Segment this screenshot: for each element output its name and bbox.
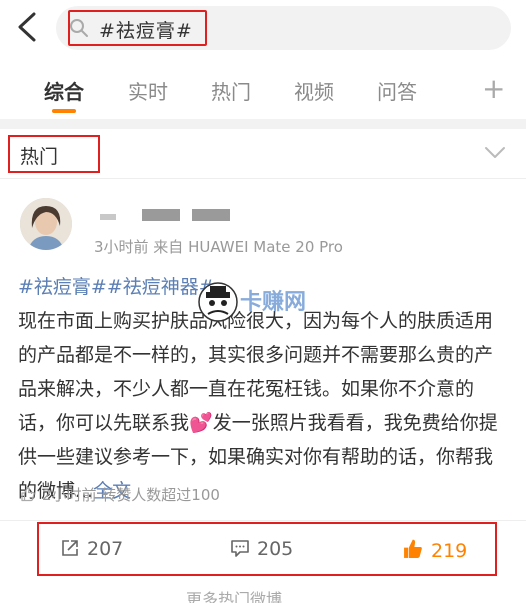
tab-video[interactable]: 视频 [294, 76, 334, 105]
divider [0, 520, 526, 521]
more-hot-posts-link[interactable]: 更多热门微博 [186, 586, 282, 603]
username-blurred [100, 214, 116, 220]
highlight-box-section [8, 135, 100, 173]
top-bar: #祛痘膏# [0, 0, 526, 58]
avatar[interactable] [20, 198, 72, 250]
section-divider [0, 119, 526, 129]
add-tab-icon[interactable]: + [482, 72, 505, 105]
active-tab-indicator [52, 109, 76, 113]
avatar-image [20, 198, 72, 250]
username-blurred [192, 209, 230, 221]
tab-realtime[interactable]: 实时 [128, 76, 168, 105]
back-arrow-icon[interactable] [14, 12, 40, 42]
thumbs-up-icon [21, 486, 35, 502]
watermark-text: 卡赚网 [240, 290, 307, 315]
watermark: 卡赚网 [198, 282, 348, 326]
tab-all[interactable]: 综合 [44, 76, 84, 105]
like-note: 2小时前 转赞人数超过100 [20, 484, 220, 505]
tab-hot[interactable]: 热门 [211, 76, 251, 105]
chevron-down-icon[interactable] [484, 146, 506, 160]
heart-emoji-icon: 💕 [189, 412, 213, 434]
post-meta: 3小时前 来自 HUAWEI Mate 20 Pro [94, 238, 343, 256]
highlight-box-actions [37, 522, 497, 576]
tab-qa[interactable]: 问答 [377, 76, 417, 105]
post-hashtags[interactable]: #祛痘膏##祛痘神器# [18, 276, 215, 298]
highlight-box-search [68, 10, 207, 46]
tab-bar: 综合 实时 热门 视频 问答 + [0, 60, 526, 118]
like-note-text: 2小时前 转赞人数超过100 [42, 486, 220, 504]
watermark-logo-icon [198, 282, 238, 322]
username-blurred [142, 209, 180, 221]
